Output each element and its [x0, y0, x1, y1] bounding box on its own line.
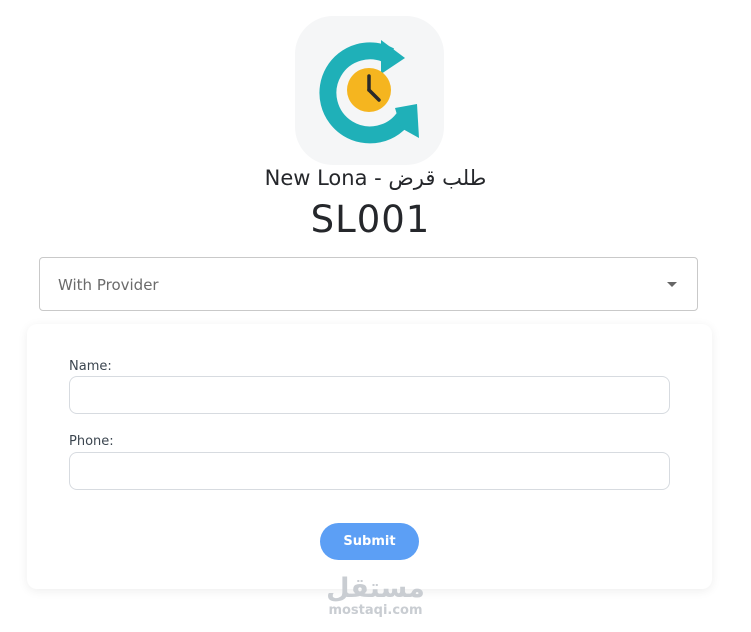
chevron-down-icon: [667, 282, 677, 287]
name-input[interactable]: [69, 376, 670, 414]
app-code: SL001: [310, 198, 431, 241]
phone-label: Phone:: [69, 434, 114, 449]
provider-select[interactable]: With Provider: [39, 257, 698, 311]
phone-input[interactable]: [69, 452, 670, 490]
form-card: Name: Phone: Submit: [27, 324, 712, 589]
clock-refresh-icon: [319, 40, 419, 144]
name-label: Name:: [69, 359, 112, 374]
provider-select-value: With Provider: [58, 276, 159, 294]
app-title: New Lona - طلب قرض: [264, 166, 487, 190]
submit-button[interactable]: Submit: [320, 523, 419, 560]
app-logo: [295, 16, 444, 165]
watermark-latin: mostaqi.com: [328, 603, 423, 618]
